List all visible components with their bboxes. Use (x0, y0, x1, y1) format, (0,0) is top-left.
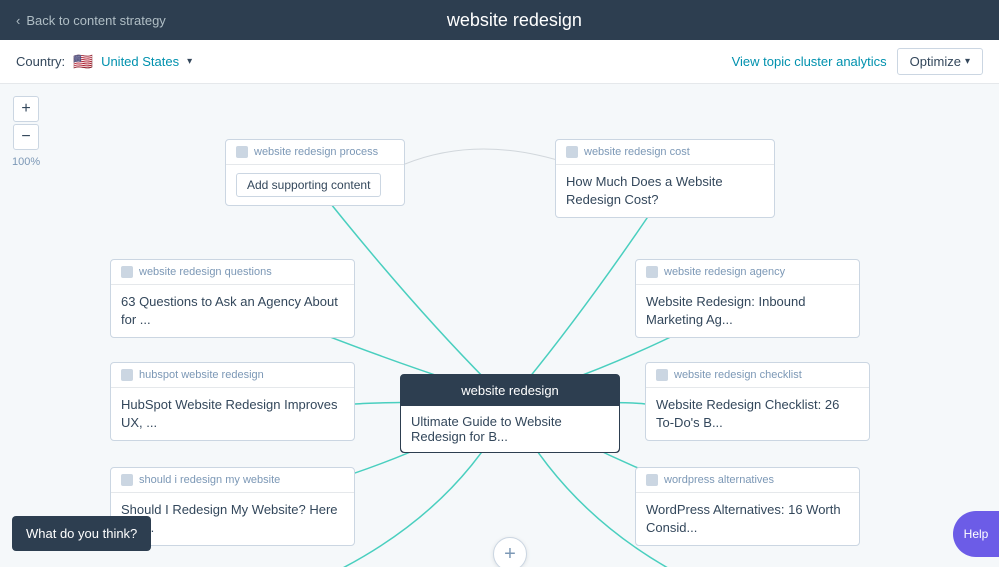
node-wordpress-header: wordpress alternatives (636, 468, 859, 493)
topic-icon (121, 474, 133, 486)
node-questions-header: website redesign questions (111, 260, 354, 285)
optimize-button[interactable]: Optimize ▾ (897, 48, 983, 75)
node-process[interactable]: website redesign process Add supporting … (225, 139, 405, 206)
node-questions[interactable]: website redesign questions 63 Questions … (110, 259, 355, 338)
node-hubspot-header: hubspot website redesign (111, 363, 354, 388)
topic-icon (236, 146, 248, 158)
view-analytics-link[interactable]: View topic cluster analytics (732, 54, 887, 69)
node-should-topic: should i redesign my website (139, 474, 280, 486)
page-title: website redesign (447, 10, 582, 31)
node-agency-topic: website redesign agency (664, 266, 785, 278)
node-hubspot-topic: hubspot website redesign (139, 369, 264, 381)
country-name[interactable]: United States (101, 54, 179, 69)
center-card-body: Ultimate Guide to Website Redesign for B… (401, 406, 619, 452)
top-nav: ‹ Back to content strategy website redes… (0, 0, 999, 40)
node-cost-body: How Much Does a Website Redesign Cost? (556, 165, 774, 217)
node-checklist-body: Website Redesign Checklist: 26 To-Do's B… (646, 388, 869, 440)
topic-icon (121, 369, 133, 381)
node-hubspot-body: HubSpot Website Redesign Improves UX, ..… (111, 388, 354, 440)
node-agency-body: Website Redesign: Inbound Marketing Ag..… (636, 285, 859, 337)
topic-icon (646, 474, 658, 486)
topic-icon (566, 146, 578, 158)
topic-icon (656, 369, 668, 381)
node-wordpress-body: WordPress Alternatives: 16 Worth Consid.… (636, 493, 859, 545)
topic-icon (646, 266, 658, 278)
plus-icon: + (504, 543, 516, 566)
feedback-button[interactable]: What do you think? (12, 516, 151, 551)
canvas: + − 100% website redesign Ultimate Guide… (0, 84, 999, 567)
node-checklist-header: website redesign checklist (646, 363, 869, 388)
node-cost[interactable]: website redesign cost How Much Does a We… (555, 139, 775, 218)
node-process-header: website redesign process (226, 140, 404, 165)
zoom-controls: + − 100% (12, 96, 40, 168)
node-agency-header: website redesign agency (636, 260, 859, 285)
country-bar: Country: 🇺🇸 United States ▾ View topic c… (0, 40, 999, 84)
node-process-topic: website redesign process (254, 146, 378, 158)
node-cost-header: website redesign cost (556, 140, 774, 165)
optimize-label: Optimize (910, 54, 961, 69)
country-right: View topic cluster analytics Optimize ▾ (732, 48, 983, 75)
back-arrow-icon: ‹ (16, 13, 20, 28)
add-supporting-button[interactable]: Add supporting content (236, 173, 381, 197)
node-process-add: Add supporting content (226, 165, 404, 205)
node-cost-topic: website redesign cost (584, 146, 690, 158)
node-checklist[interactable]: website redesign checklist Website Redes… (645, 362, 870, 441)
node-checklist-topic: website redesign checklist (674, 369, 802, 381)
help-label: Help (964, 527, 989, 541)
help-button[interactable]: Help (953, 511, 999, 557)
zoom-level: 100% (12, 156, 40, 168)
node-agency[interactable]: website redesign agency Website Redesign… (635, 259, 860, 338)
chevron-down-icon: ▾ (187, 56, 192, 67)
zoom-out-button[interactable]: − (13, 124, 39, 150)
center-card-header: website redesign (401, 375, 619, 406)
center-pillar-card[interactable]: website redesign Ultimate Guide to Websi… (400, 374, 620, 453)
chevron-down-icon: ▾ (965, 56, 970, 67)
node-hubspot-redesign[interactable]: hubspot website redesign HubSpot Website… (110, 362, 355, 441)
country-selector: Country: 🇺🇸 United States ▾ (16, 52, 192, 72)
country-label: Country: (16, 54, 65, 69)
back-link-label: Back to content strategy (26, 13, 165, 28)
node-questions-topic: website redesign questions (139, 266, 272, 278)
node-wordpress-topic: wordpress alternatives (664, 474, 774, 486)
topic-icon (121, 266, 133, 278)
back-link[interactable]: ‹ Back to content strategy (16, 13, 166, 28)
add-node-button[interactable]: + (493, 537, 527, 567)
zoom-in-button[interactable]: + (13, 96, 39, 122)
node-should-header: should i redesign my website (111, 468, 354, 493)
node-questions-body: 63 Questions to Ask an Agency About for … (111, 285, 354, 337)
node-wordpress[interactable]: wordpress alternatives WordPress Alterna… (635, 467, 860, 546)
flag-icon: 🇺🇸 (73, 52, 93, 72)
